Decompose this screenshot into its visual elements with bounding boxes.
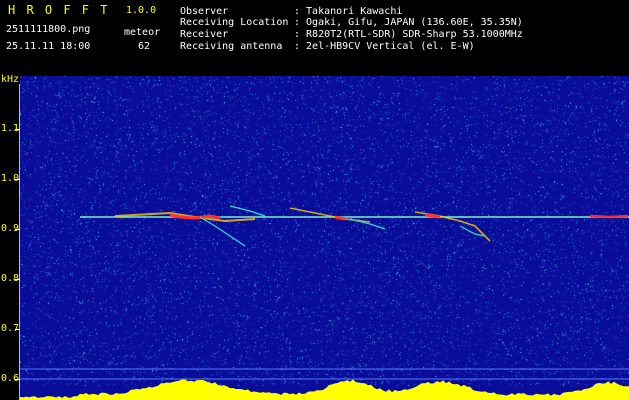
meteor-echo-hot (334, 215, 346, 221)
filename: 2511111800.png (6, 24, 91, 35)
location-label: Receiving Location (180, 17, 289, 28)
echo-layer (20, 205, 629, 400)
meteor-echo (349, 218, 386, 230)
meteor-echo-hot (589, 214, 629, 219)
meteor-echo (229, 205, 266, 217)
antenna-label: Receiving antenna (180, 41, 283, 52)
meteor-echoes (114, 205, 629, 247)
meteor-echo (289, 207, 371, 223)
meteor-echo-hot (169, 213, 221, 220)
app-name: H R O F F T (8, 3, 110, 17)
y-unit-label: kHz (1, 74, 20, 85)
location-value: : Ogaki, Gifu, JAPAN (136.60E, 35.35N) (294, 17, 523, 28)
receiver-value: : R820T2(RTL-SDR) SDR-Sharp 53.1000MHz (294, 29, 523, 40)
mode-label: meteor (124, 27, 161, 38)
spectrogram (20, 76, 629, 400)
meteor-echo (459, 225, 486, 237)
meteor-count: 62 (138, 41, 151, 52)
app-version: 1.0.0 (126, 5, 157, 16)
meteor-echo-hot (424, 213, 441, 219)
header-panel: H R O F F T 1.0.0 2511111800.png meteor … (0, 0, 629, 76)
datetime: 25.11.11 18:00 (6, 41, 91, 52)
receiver-label: Receiver (180, 29, 229, 40)
signal-level-bars (20, 379, 629, 400)
antenna-value: : 2el-HB9CV Vertical (el. E-W) (294, 41, 475, 52)
